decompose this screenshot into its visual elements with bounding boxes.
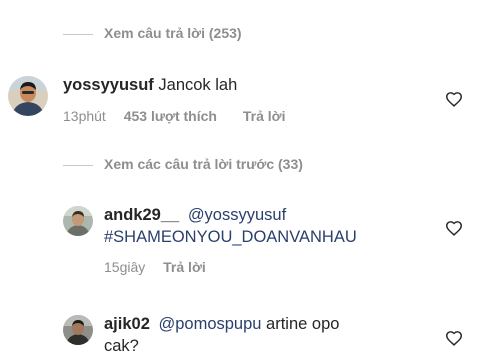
avatar[interactable] [8, 76, 48, 116]
comment-username[interactable]: ajik02 [104, 315, 150, 333]
replies-divider [63, 165, 93, 166]
comment-message-continued: cak? [104, 337, 139, 355]
hashtag-link[interactable]: #SHAMEONYOU_DOANVANHAU [104, 228, 357, 246]
comment-time: 15giây [104, 259, 146, 275]
comment-text: andk29__ @yossyyusuf #SHAMEONYOU_DOANVAN… [104, 204, 424, 248]
reply-button[interactable]: Trả lời [163, 259, 206, 275]
replies-divider [63, 34, 93, 35]
view-previous-replies-label[interactable]: Xem các câu trả lời trước (33) [104, 156, 303, 172]
avatar[interactable] [63, 315, 93, 345]
comment-time: 13phút [63, 108, 106, 124]
comment-text: ajik02 @pomospupu artine opo cak? [104, 313, 424, 357]
comment-meta: 15giây Trả lời [104, 259, 206, 275]
comment-meta: 13phút 453 lượt thích Trả lời [63, 108, 285, 124]
comment-username[interactable]: andk29__ [104, 206, 179, 224]
comment-message: Jancok lah [158, 76, 238, 94]
likes-count[interactable]: 453 lượt thích [124, 108, 217, 124]
comment-username[interactable]: yossyyusuf [63, 76, 154, 94]
view-replies-label[interactable]: Xem câu trả lời (253) [104, 25, 242, 41]
comment-text: yossyyusuf Jancok lah [63, 74, 423, 96]
comment-message: artine opo [266, 315, 340, 333]
heart-outline-icon[interactable] [445, 330, 463, 346]
mention-link[interactable]: @pomospupu [158, 315, 261, 333]
avatar[interactable] [63, 206, 93, 236]
heart-outline-icon[interactable] [445, 220, 463, 236]
mention-link[interactable]: @yossyyusuf [188, 206, 286, 224]
reply-button[interactable]: Trả lời [243, 108, 286, 124]
heart-outline-icon[interactable] [445, 91, 463, 107]
